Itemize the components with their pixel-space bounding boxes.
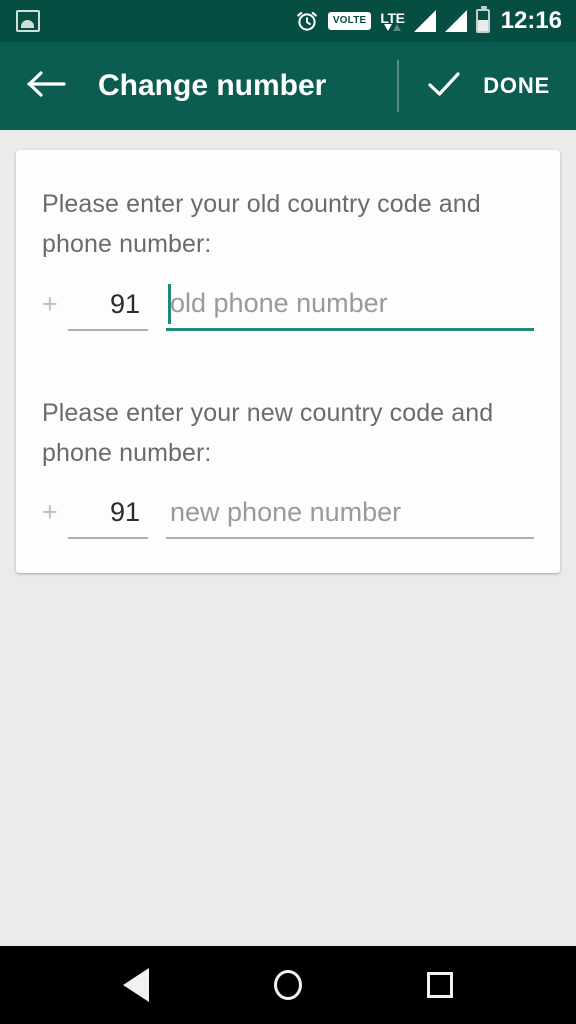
text-caret <box>168 284 171 324</box>
signal-bars-icon-1 <box>413 10 436 32</box>
gallery-icon <box>16 10 40 32</box>
lte-indicator: LTE <box>380 11 405 31</box>
done-label: DONE <box>483 73 550 98</box>
lte-data-arrows-icon <box>384 23 401 31</box>
check-icon <box>427 70 461 103</box>
old-plus-sign: + <box>42 289 58 319</box>
old-phone-placeholder: old phone number <box>170 288 388 318</box>
old-phone-number-input[interactable]: old phone number <box>166 284 534 331</box>
new-plus-sign: + <box>42 497 58 527</box>
nav-home-button[interactable] <box>251 948 325 1022</box>
status-bar-clock: 12:16 <box>500 7 562 34</box>
back-button[interactable] <box>24 63 70 109</box>
recents-square-icon <box>427 972 453 998</box>
new-country-code-value: 91 <box>109 497 140 527</box>
old-country-code-value: 91 <box>109 289 140 319</box>
app-bar: Change number DONE <box>0 42 576 130</box>
old-number-prompt: Please enter your old country code and p… <box>42 190 481 258</box>
nav-back-button[interactable] <box>99 948 173 1022</box>
new-number-prompt: Please enter your new country code and p… <box>42 399 494 467</box>
android-navigation-bar <box>0 946 576 1024</box>
battery-icon <box>475 6 490 33</box>
alarm-clock-icon <box>295 9 319 33</box>
change-number-card: Please enter your old country code and p… <box>16 150 560 573</box>
status-bar: VOLTE LTE 12:16 <box>0 0 576 42</box>
old-number-row: + 91 old phone number <box>42 284 534 331</box>
new-phone-number-input[interactable]: new phone number <box>166 495 534 539</box>
arrow-left-icon <box>27 69 67 104</box>
volte-badge: VOLTE <box>327 12 372 30</box>
signal-bars-icon-2 <box>444 10 467 32</box>
new-country-code-input[interactable]: 91 <box>68 495 148 539</box>
back-triangle-icon <box>123 968 149 1002</box>
done-button[interactable]: DONE <box>427 70 554 103</box>
status-bar-notifications <box>16 10 40 32</box>
page-title: Change number <box>98 69 327 102</box>
home-circle-icon <box>274 970 302 1000</box>
old-country-code-input[interactable]: 91 <box>68 287 148 331</box>
new-number-row: + 91 new phone number <box>42 495 534 539</box>
nav-recents-button[interactable] <box>403 948 477 1022</box>
app-bar-divider <box>397 60 400 112</box>
new-phone-placeholder: new phone number <box>170 497 402 527</box>
status-bar-system-icons: VOLTE LTE 12:16 <box>295 6 562 35</box>
